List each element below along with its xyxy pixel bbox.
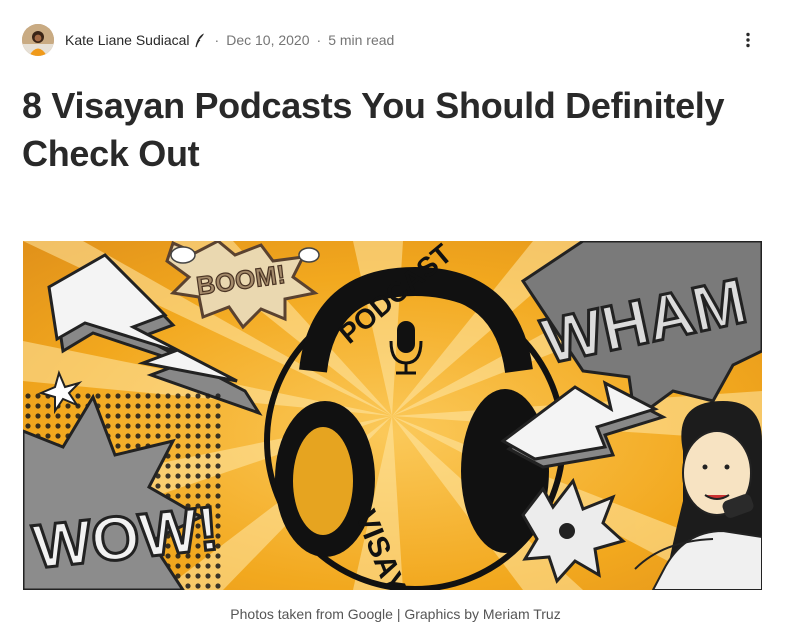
author-avatar[interactable]	[22, 24, 54, 56]
article-meta-row: Kate Liane Sudiacal · Dec 10, 2020 · 5 m…	[22, 23, 767, 57]
hero-illustration: BOOM! WOW! PODCAST VISAYA WHAM	[23, 241, 762, 590]
meta-separator: ·	[316, 32, 322, 48]
quill-icon	[194, 33, 205, 48]
author-name[interactable]: Kate Liane Sudiacal	[65, 32, 190, 48]
wow-burst: WOW!	[23, 370, 223, 590]
more-options-button[interactable]	[737, 29, 759, 51]
image-caption: Photos taken from Google | Graphics by M…	[230, 606, 561, 622]
publish-date[interactable]: Dec 10, 2020	[226, 32, 309, 48]
article-title: 8 Visayan Podcasts You Should Definitely…	[22, 85, 725, 174]
hero-image: BOOM! WOW! PODCAST VISAYA WHAM	[23, 241, 762, 590]
read-time: 5 min read	[328, 32, 395, 48]
meta-separator: ·	[214, 32, 220, 48]
more-vertical-icon	[746, 32, 750, 48]
